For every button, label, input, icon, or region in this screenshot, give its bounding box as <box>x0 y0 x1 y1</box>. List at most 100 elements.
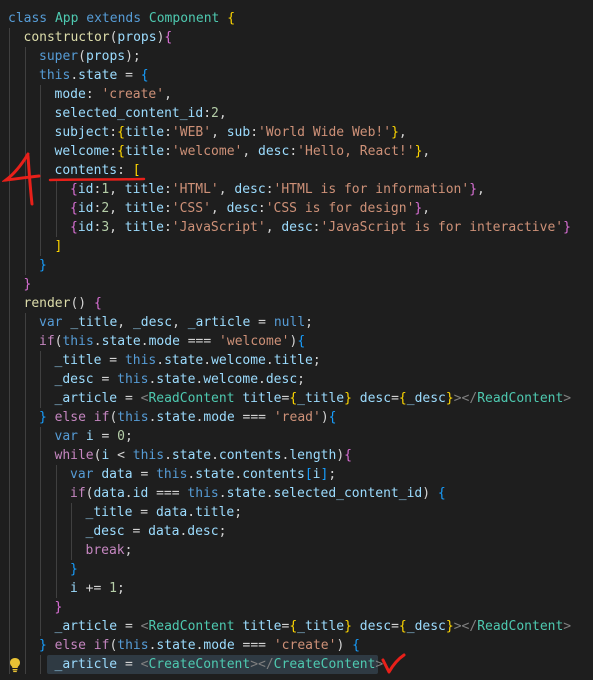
code-editor[interactable]: class App extends Component {constructor… <box>0 0 593 680</box>
code-token: { <box>437 486 446 501</box>
code-line[interactable]: ] <box>55 237 63 256</box>
code-token: { <box>289 619 298 634</box>
code-line[interactable]: _desc = this.state.welcome.desc; <box>55 370 306 389</box>
code-token: title <box>124 201 164 216</box>
code-token: ( <box>78 49 86 64</box>
code-token: id <box>77 201 94 216</box>
code-token: null <box>273 315 306 330</box>
code-token: . <box>124 486 133 501</box>
code-token: selected_content_id <box>54 106 204 121</box>
code-token: else <box>54 410 94 425</box>
code-token: { <box>117 144 125 159</box>
indent-guide <box>40 655 41 674</box>
code-token: === <box>234 410 274 425</box>
code-line[interactable]: } else if(this.state.mode === 'read'){ <box>39 408 336 427</box>
code-line[interactable]: } <box>55 598 63 617</box>
code-token: _article <box>54 657 118 672</box>
code-line[interactable]: subject:{title:'WEB', sub:'World Wide We… <box>55 123 407 142</box>
code-token: 'CSS' <box>171 201 211 216</box>
code-token: { <box>398 391 407 406</box>
code-token: _article <box>54 619 118 634</box>
code-token: ) <box>336 448 345 463</box>
code-token: { <box>140 68 149 83</box>
code-line[interactable]: } <box>39 256 47 275</box>
code-token: : <box>164 125 172 140</box>
code-line[interactable]: welcome:{title:'welcome', desc:'Hello, R… <box>55 142 431 161</box>
code-line[interactable]: this.state = { <box>39 66 149 85</box>
code-line[interactable]: _article = <ReadContent title={_title} d… <box>55 389 572 408</box>
code-line[interactable]: constructor(props){ <box>24 28 173 47</box>
code-line[interactable]: if(this.state.mode === 'welcome'){ <box>39 332 305 351</box>
code-token: } <box>70 562 78 577</box>
code-line[interactable]: _article = <ReadContent title={_title} d… <box>55 617 572 636</box>
code-token: } <box>39 410 55 425</box>
checkmark-annotation <box>381 653 406 674</box>
code-line[interactable]: _title = data.title; <box>86 503 243 522</box>
code-token: === <box>179 334 220 349</box>
code-token: state <box>164 353 204 368</box>
code-token: if <box>93 410 110 425</box>
code-line[interactable]: break; <box>86 541 133 560</box>
code-line[interactable]: mode: 'create', <box>55 85 172 104</box>
code-token: : <box>250 125 259 140</box>
code-token: title <box>124 220 164 235</box>
code-token: _title <box>54 353 102 368</box>
code-token: _title <box>85 505 133 520</box>
code-token: mode <box>54 87 86 102</box>
code-token: if <box>70 486 86 501</box>
code-line[interactable]: i += 1; <box>70 579 125 598</box>
code-line[interactable]: _article = <CreateContent></CreateConten… <box>55 655 384 674</box>
code-line[interactable]: while(i < this.state.contents.length){ <box>55 446 352 465</box>
code-line[interactable]: super(props); <box>39 47 141 66</box>
code-line[interactable]: class App extends Component { <box>8 9 235 28</box>
code-token: : <box>257 201 266 216</box>
code-line[interactable]: } <box>24 275 32 294</box>
code-token: , <box>218 106 227 121</box>
code-token: , <box>265 220 282 235</box>
code-line[interactable]: var _title, _desc, _article = null; <box>39 313 313 332</box>
lightbulb-icon[interactable] <box>8 657 22 673</box>
code-line[interactable]: } else if(this.state.mode === 'create') … <box>39 636 360 655</box>
code-token: . <box>164 448 172 463</box>
code-token: state <box>78 68 118 83</box>
code-token: this <box>132 448 165 463</box>
code-token: desc <box>234 182 266 197</box>
code-token: 1 <box>109 581 117 596</box>
code-line[interactable]: _title = this.state.welcome.title; <box>55 351 321 370</box>
code-token: , <box>109 201 125 216</box>
code-line[interactable]: selected_content_id:2, <box>55 104 227 123</box>
code-token: mode <box>203 410 235 425</box>
code-token: contents <box>218 448 282 463</box>
code-token: _desc <box>54 372 94 387</box>
code-token: desc <box>265 372 298 387</box>
code-line[interactable]: _desc = data.desc; <box>86 522 227 541</box>
code-token: 'create' <box>101 87 165 102</box>
code-token: this <box>124 353 157 368</box>
code-token: CreateContent <box>148 657 251 672</box>
code-token: ; <box>312 353 321 368</box>
code-token: desc <box>281 220 313 235</box>
code-token: var <box>54 429 86 444</box>
code-line[interactable]: } <box>70 560 78 579</box>
code-line[interactable]: render() { <box>24 294 102 313</box>
code-line[interactable]: var data = this.state.contents[i]; <box>70 465 336 484</box>
code-token: ; <box>305 315 313 330</box>
code-token: this <box>117 638 149 653</box>
code-token: : <box>164 144 172 159</box>
code-token: constructor <box>23 30 110 45</box>
code-line[interactable]: if(data.id === this.state.selected_conte… <box>70 484 446 503</box>
code-token: === <box>234 638 274 653</box>
code-line[interactable]: var i = 0; <box>55 427 133 446</box>
code-token: , <box>218 182 235 197</box>
code-line[interactable]: {id:2, title:'CSS', desc:'CSS is for des… <box>70 199 430 218</box>
code-token: props <box>117 30 157 45</box>
code-token: i <box>70 581 78 596</box>
code-token: = <box>93 429 118 444</box>
code-line[interactable]: {id:3, title:'JavaScript', desc:'JavaScr… <box>70 218 571 237</box>
code-token: _desc <box>406 619 446 634</box>
code-token: title <box>195 505 235 520</box>
code-token: 'create' <box>273 638 337 653</box>
code-token: _desc <box>406 391 446 406</box>
code-token: state <box>195 467 235 482</box>
code-token: state <box>156 410 196 425</box>
